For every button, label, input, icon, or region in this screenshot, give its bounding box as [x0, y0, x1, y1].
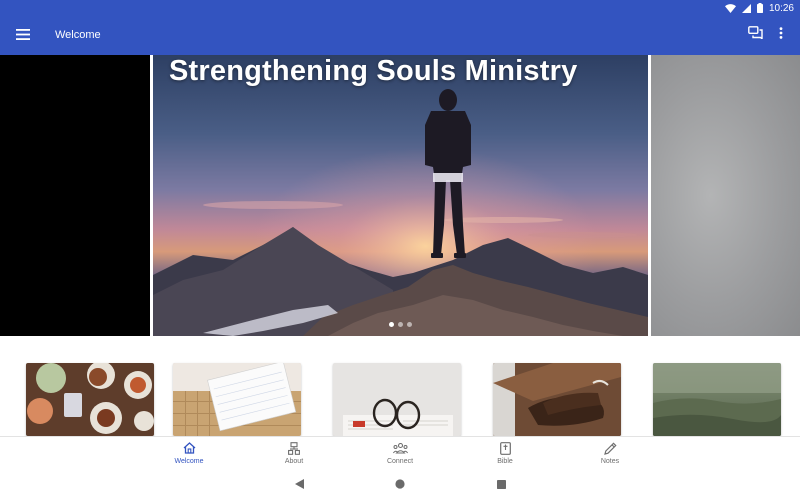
- people-icon: [392, 440, 408, 456]
- recents-icon: [496, 476, 506, 494]
- content-cards: [0, 336, 800, 436]
- status-time: 10:26: [768, 2, 794, 14]
- back-icon: [294, 476, 304, 494]
- menu-button[interactable]: [12, 25, 34, 47]
- card-food-table[interactable]: [26, 363, 154, 436]
- book-icon: [499, 440, 511, 456]
- home-button[interactable]: [393, 478, 407, 492]
- signal-icon: [741, 3, 751, 13]
- status-icons: 10:26: [724, 0, 794, 16]
- notebook-image: [173, 363, 301, 436]
- nav-item-about[interactable]: About: [264, 440, 324, 470]
- nav-label-notes: Notes: [600, 458, 620, 465]
- nav-item-notes[interactable]: Notes: [580, 440, 640, 470]
- recents-button[interactable]: [494, 478, 508, 492]
- hero-image-mountain-hiker: [153, 55, 648, 336]
- status-bar: 10:26: [0, 0, 800, 16]
- carousel-dot-3[interactable]: [407, 322, 412, 327]
- more-options-button[interactable]: [772, 25, 790, 45]
- nav-label-bible: Bible: [497, 458, 513, 465]
- nav-item-welcome[interactable]: Welcome: [159, 440, 219, 470]
- battery-icon: [756, 3, 763, 13]
- org-chart-icon: [288, 440, 300, 456]
- home-icon: [183, 440, 196, 456]
- glasses-book-image: [343, 398, 453, 436]
- back-button[interactable]: [292, 478, 306, 492]
- image-carousel[interactable]: Strengthening Souls Ministry: [0, 55, 800, 336]
- system-navigation-bar: [0, 470, 800, 500]
- nav-label-about: About: [284, 458, 304, 465]
- chat-icon: [747, 26, 763, 44]
- food-table-image: [27, 363, 154, 434]
- praying-hands-image: [493, 363, 621, 436]
- carousel-dot-1[interactable]: [389, 322, 394, 327]
- nav-label-connect: Connect: [386, 458, 414, 465]
- nav-item-connect[interactable]: Connect: [370, 440, 430, 470]
- app-bar: Welcome: [0, 16, 800, 55]
- card-praying-hands[interactable]: [493, 363, 621, 436]
- card-grass-field[interactable]: [653, 363, 781, 436]
- chat-button[interactable]: [745, 25, 765, 45]
- more-vert-icon: [779, 26, 783, 44]
- page-title: Welcome: [55, 29, 101, 41]
- pencil-icon: [603, 440, 617, 456]
- carousel-slide-previous[interactable]: [0, 55, 150, 336]
- menu-icon: [16, 27, 30, 45]
- home-circle-icon: [395, 476, 405, 494]
- hero-title: Strengthening Souls Ministry: [169, 55, 578, 87]
- card-glasses-book[interactable]: [333, 363, 461, 436]
- grass-field-image: [653, 363, 781, 436]
- carousel-indicator: [389, 322, 412, 327]
- nav-item-bible[interactable]: Bible: [475, 440, 535, 470]
- nav-label-welcome: Welcome: [174, 458, 204, 465]
- carousel-dot-2[interactable]: [398, 322, 403, 327]
- wifi-icon: [724, 3, 736, 13]
- card-notebook[interactable]: [173, 363, 301, 436]
- carousel-slide-current[interactable]: Strengthening Souls Ministry: [153, 55, 648, 336]
- carousel-slide-next[interactable]: [651, 55, 800, 336]
- bottom-navigation: Welcome About Connect Bible Notes: [0, 436, 800, 470]
